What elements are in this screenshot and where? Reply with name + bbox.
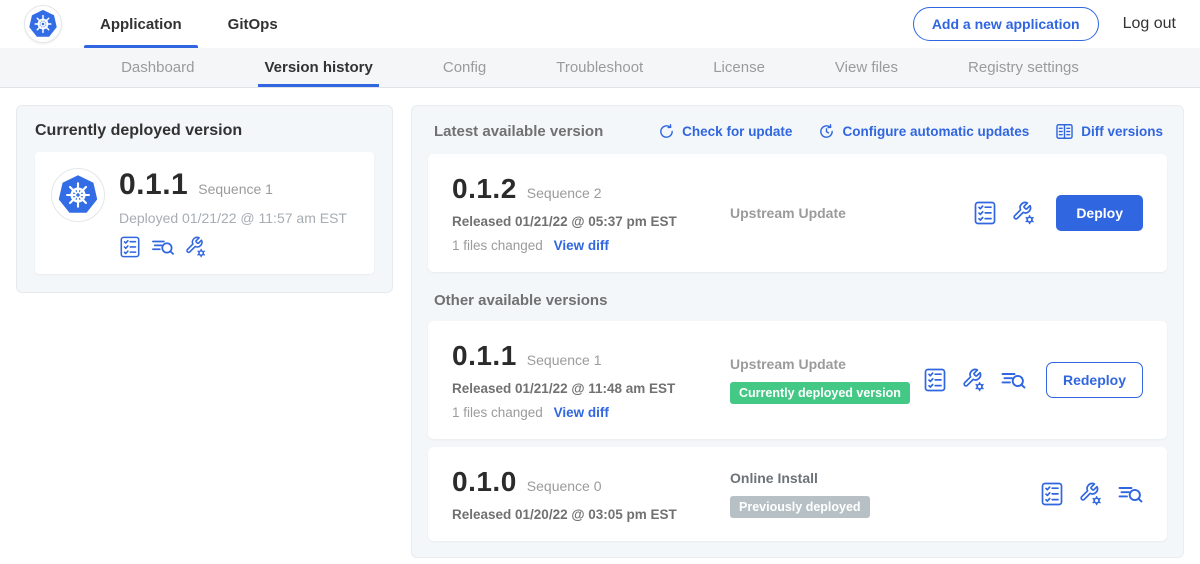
- version-source-label: Online Install: [730, 470, 1040, 486]
- currently-deployed-card: Currently deployed version 0.1.1 Sequenc…: [16, 105, 393, 293]
- panel-actions: Check for update Configure automatic upd…: [658, 122, 1163, 141]
- tab-gitops[interactable]: GitOps: [212, 0, 294, 48]
- files-changed-row: 1 files changed View diff: [452, 405, 714, 420]
- version-card-0-1-0: 0.1.0 Sequence 0 Released 01/20/22 @ 03:…: [428, 447, 1167, 541]
- version-source-label: Upstream Update: [730, 205, 973, 221]
- deploy-logs-icon[interactable]: [1001, 368, 1026, 392]
- view-diff-link[interactable]: View diff: [554, 238, 609, 253]
- check-for-update-label: Check for update: [682, 124, 792, 139]
- tab-dashboard[interactable]: Dashboard: [115, 48, 200, 87]
- version-number: 0.1.2: [452, 173, 517, 205]
- check-for-update-link[interactable]: Check for update: [658, 123, 792, 140]
- top-header: Application GitOps Add a new application…: [0, 0, 1200, 48]
- version-source-label: Upstream Update: [730, 356, 923, 372]
- deployed-version-info: 0.1.1 Sequence 1 Deployed 01/21/22 @ 11:…: [119, 168, 347, 258]
- files-changed-row: 1 files changed View diff: [452, 238, 714, 253]
- configure-automatic-updates-label: Configure automatic updates: [842, 124, 1029, 139]
- currently-deployed-title: Currently deployed version: [35, 122, 374, 140]
- tab-registry-settings[interactable]: Registry settings: [962, 48, 1085, 87]
- edit-config-icon[interactable]: [962, 368, 986, 392]
- version-status: Upstream Update Currently deployed versi…: [714, 356, 923, 404]
- version-status: Online Install Previously deployed: [714, 470, 1040, 518]
- latest-available-title: Latest available version: [434, 123, 603, 140]
- version-card-0-1-2: 0.1.2 Sequence 2 Released 01/21/22 @ 05:…: [428, 154, 1167, 272]
- sequence-label: Sequence 2: [527, 185, 602, 201]
- add-new-application-button[interactable]: Add a new application: [913, 7, 1099, 41]
- other-available-versions-title: Other available versions: [434, 292, 1167, 309]
- top-nav-tabs: Application GitOps: [84, 0, 308, 48]
- currently-deployed-badge: Currently deployed version: [730, 382, 910, 404]
- available-versions-panel: Latest available version Check for updat…: [411, 105, 1184, 558]
- view-diff-link[interactable]: View diff: [554, 405, 609, 420]
- sequence-label: Sequence 0: [527, 478, 602, 494]
- kubernetes-app-icon: [51, 168, 105, 222]
- diff-columns-icon: [1055, 122, 1074, 141]
- deployed-version-number: 0.1.1: [119, 168, 188, 202]
- released-timestamp: Released 01/20/22 @ 03:05 pm EST: [452, 507, 714, 522]
- preflight-checklist-icon[interactable]: [973, 201, 997, 225]
- version-card-0-1-1: 0.1.1 Sequence 1 Released 01/21/22 @ 11:…: [428, 321, 1167, 439]
- kubernetes-logo-icon: [24, 5, 62, 43]
- diff-versions-link[interactable]: Diff versions: [1055, 122, 1163, 141]
- header-actions: Add a new application Log out: [913, 7, 1176, 41]
- version-actions: Redeploy: [923, 362, 1143, 398]
- preflight-checklist-icon[interactable]: [1040, 482, 1064, 506]
- tab-version-history[interactable]: Version history: [258, 48, 378, 87]
- version-number: 0.1.0: [452, 466, 517, 498]
- main-content: Currently deployed version 0.1.1 Sequenc…: [0, 88, 1200, 558]
- version-status: Upstream Update: [714, 205, 973, 221]
- panel-header: Latest available version Check for updat…: [428, 120, 1167, 141]
- edit-config-icon[interactable]: [1079, 482, 1103, 506]
- version-info: 0.1.1 Sequence 1 Released 01/21/22 @ 11:…: [452, 340, 714, 420]
- deployed-version-actions: [119, 236, 347, 258]
- deploy-button[interactable]: Deploy: [1056, 195, 1143, 231]
- files-changed-label: 1 files changed: [452, 405, 543, 420]
- deployed-sequence-label: Sequence 1: [198, 181, 273, 197]
- released-timestamp: Released 01/21/22 @ 05:37 pm EST: [452, 214, 714, 229]
- tab-troubleshoot[interactable]: Troubleshoot: [550, 48, 649, 87]
- version-info: 0.1.0 Sequence 0 Released 01/20/22 @ 03:…: [452, 466, 714, 522]
- deployed-timestamp: Deployed 01/21/22 @ 11:57 am EST: [119, 210, 347, 226]
- edit-config-icon[interactable]: [185, 236, 207, 258]
- deploy-logs-icon[interactable]: [151, 236, 175, 258]
- version-info: 0.1.2 Sequence 2 Released 01/21/22 @ 05:…: [452, 173, 714, 253]
- tab-license[interactable]: License: [707, 48, 771, 87]
- preflight-checklist-icon[interactable]: [923, 368, 947, 392]
- previously-deployed-badge: Previously deployed: [730, 496, 870, 518]
- diff-versions-label: Diff versions: [1081, 124, 1163, 139]
- app-subnav: Dashboard Version history Config Trouble…: [0, 48, 1200, 88]
- tab-config[interactable]: Config: [437, 48, 492, 87]
- edit-config-icon[interactable]: [1012, 201, 1036, 225]
- version-actions: [1040, 482, 1143, 506]
- redeploy-button[interactable]: Redeploy: [1046, 362, 1143, 398]
- preflight-checklist-icon[interactable]: [119, 236, 141, 258]
- version-actions: Deploy: [973, 195, 1143, 231]
- deploy-logs-icon[interactable]: [1118, 482, 1143, 506]
- deployed-version-card: 0.1.1 Sequence 1 Deployed 01/21/22 @ 11:…: [35, 152, 374, 274]
- refresh-icon: [658, 123, 675, 140]
- tab-view-files[interactable]: View files: [829, 48, 904, 87]
- configure-automatic-updates-link[interactable]: Configure automatic updates: [818, 123, 1029, 140]
- files-changed-label: 1 files changed: [452, 238, 543, 253]
- logout-button[interactable]: Log out: [1123, 15, 1176, 33]
- sequence-label: Sequence 1: [527, 352, 602, 368]
- released-timestamp: Released 01/21/22 @ 11:48 am EST: [452, 381, 714, 396]
- auto-update-clock-icon: [818, 123, 835, 140]
- tab-application[interactable]: Application: [84, 0, 198, 48]
- version-number: 0.1.1: [452, 340, 517, 372]
